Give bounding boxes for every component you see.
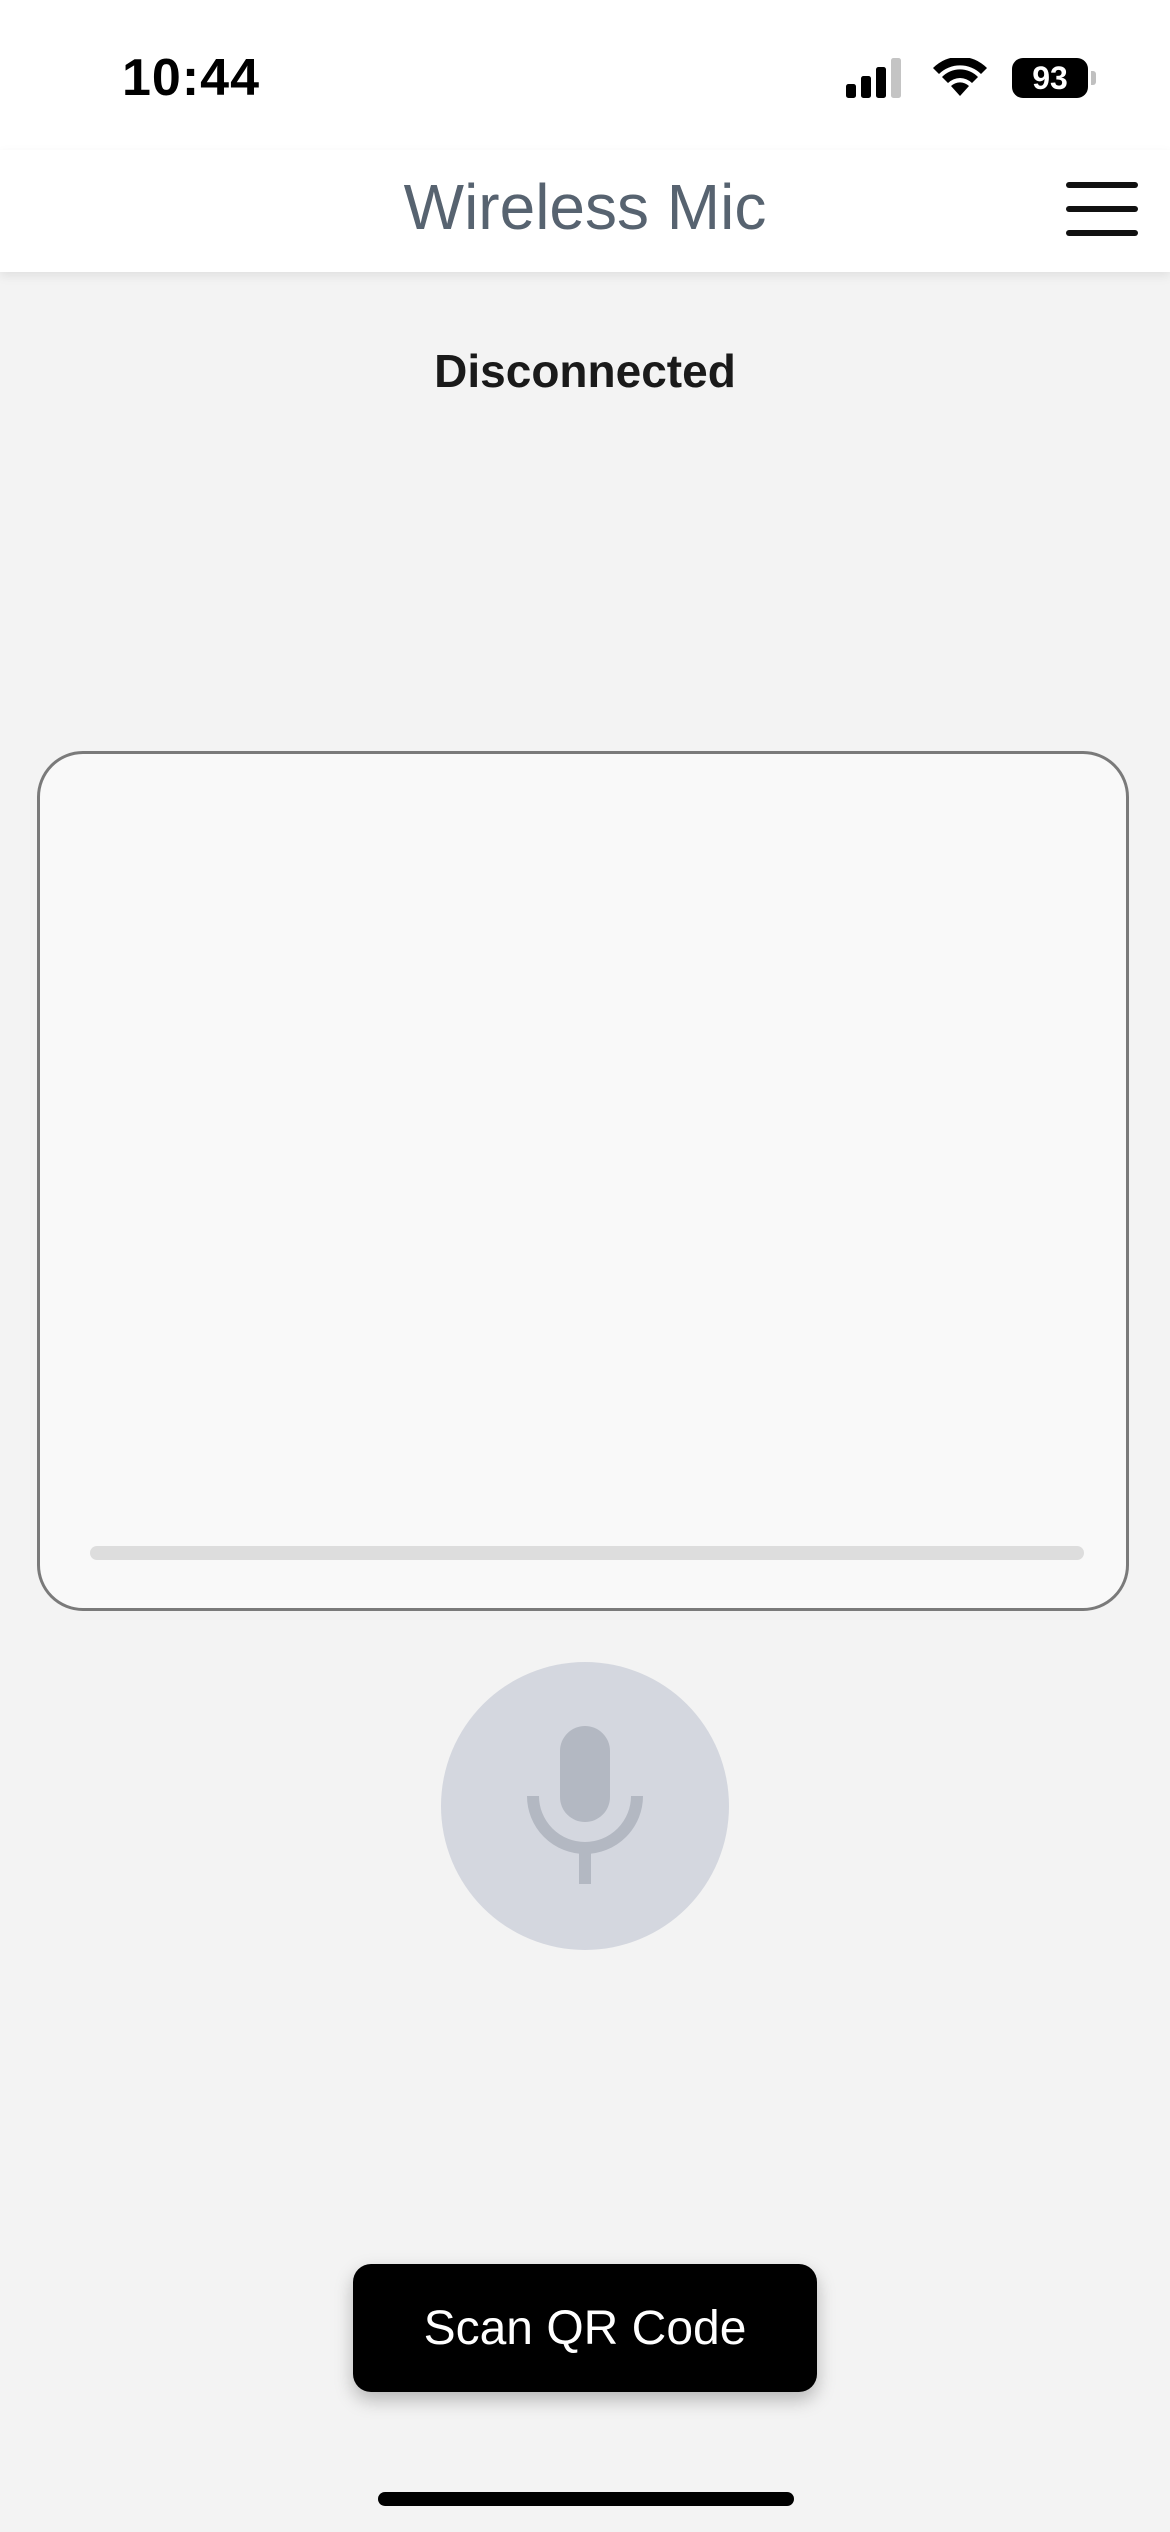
battery-cap — [1091, 71, 1096, 85]
battery-level: 93 — [1012, 58, 1088, 98]
connection-status: Disconnected — [434, 345, 736, 397]
nav-bar: Wireless Mic — [0, 150, 1170, 272]
cellular-signal-icon — [846, 58, 901, 98]
microphone-button[interactable] — [441, 1662, 729, 1950]
menu-line — [1066, 182, 1138, 188]
wifi-icon — [933, 58, 987, 96]
status-icons: 93 — [844, 58, 1096, 98]
home-indicator[interactable] — [378, 2492, 794, 2506]
status-time: 10:44 — [122, 49, 260, 107]
menu-line — [1066, 230, 1138, 236]
battery-icon: 93 — [1012, 58, 1096, 98]
microphone-icon — [527, 1726, 643, 1884]
audio-level-bar — [90, 1546, 1084, 1560]
hamburger-menu-icon[interactable] — [1066, 178, 1138, 240]
menu-line — [1066, 206, 1138, 212]
transcript-panel — [37, 751, 1129, 1611]
scan-qr-code-button[interactable]: Scan QR Code — [353, 2264, 817, 2392]
status-bar: 10:44 93 — [0, 0, 1170, 150]
page-title: Wireless Mic — [403, 171, 767, 243]
